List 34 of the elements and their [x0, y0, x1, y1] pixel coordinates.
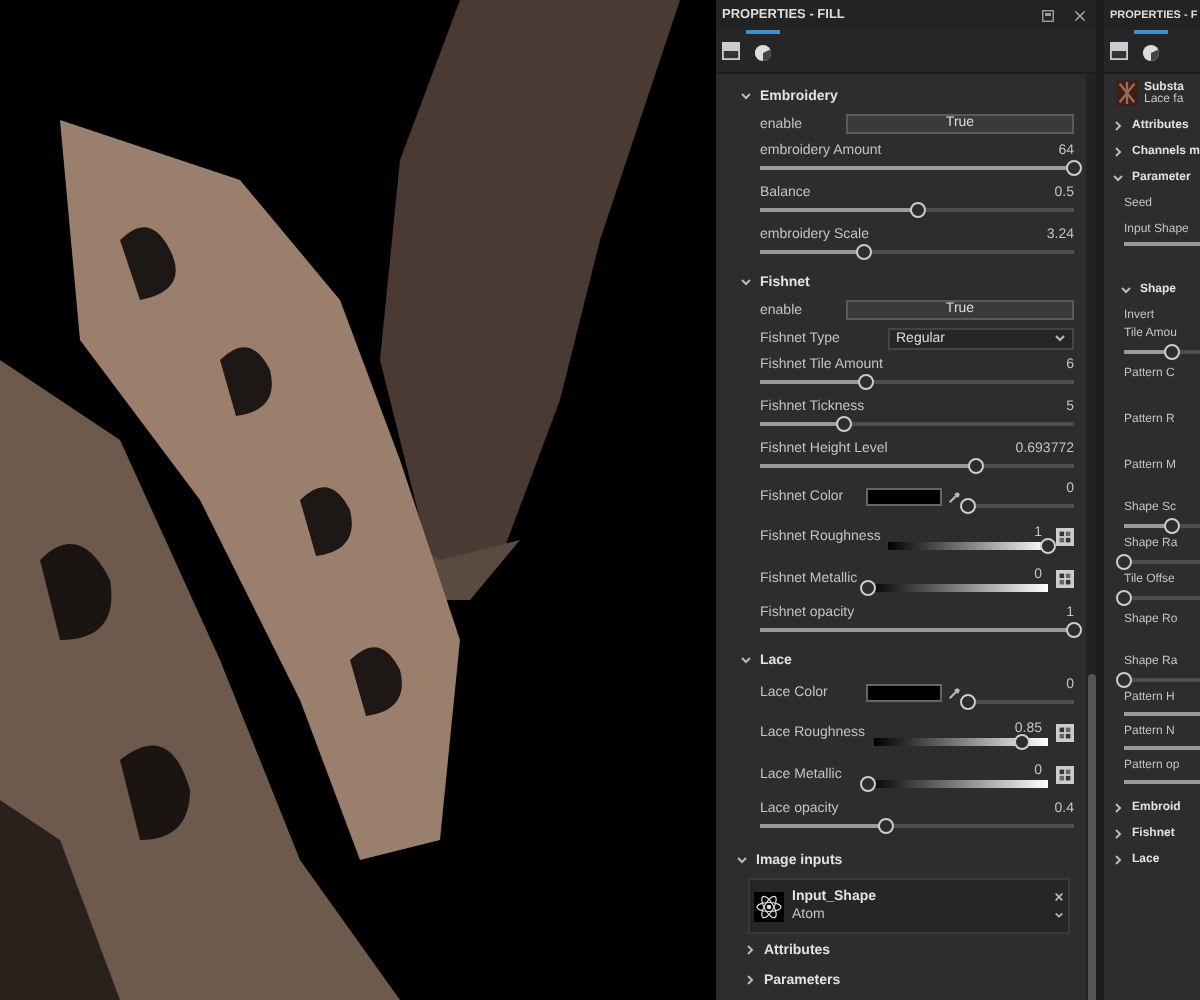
- layer-tab-icon[interactable]: [722, 42, 740, 60]
- texture-icon[interactable]: [1056, 724, 1074, 742]
- chevron-icon[interactable]: [740, 654, 752, 666]
- eyedropper-icon[interactable]: [948, 686, 962, 700]
- chevron-icon[interactable]: [1112, 171, 1124, 183]
- eyedropper-icon[interactable]: [948, 490, 962, 504]
- chevron-icon[interactable]: [1112, 801, 1124, 813]
- chevron-icon[interactable]: [1112, 827, 1124, 839]
- chevron-icon[interactable]: [1112, 145, 1124, 157]
- color-swatch[interactable]: [866, 684, 942, 702]
- texture-icon[interactable]: [1056, 766, 1074, 784]
- chevron-icon[interactable]: [1112, 853, 1124, 865]
- close-icon[interactable]: [1074, 9, 1086, 21]
- chevron-icon[interactable]: [736, 854, 748, 866]
- color-swatch[interactable]: [866, 488, 942, 506]
- gradient-slider[interactable]: [873, 737, 1048, 745]
- lace-thumbnail-icon: [1116, 80, 1138, 106]
- close-icon[interactable]: [1054, 892, 1064, 902]
- material-tab-icon[interactable]: [754, 44, 772, 62]
- scrollbar-thumb[interactable]: [1087, 674, 1095, 1000]
- chevron-icon[interactable]: [1120, 283, 1132, 295]
- chevron-icon[interactable]: [1054, 910, 1064, 920]
- layer-tab-icon[interactable]: [1110, 42, 1128, 60]
- chevron-icon[interactable]: [740, 276, 752, 288]
- chevron-icon[interactable]: [744, 944, 756, 956]
- chevron-icon[interactable]: [1112, 119, 1124, 131]
- float-icon[interactable]: [1042, 9, 1054, 21]
- texture-icon[interactable]: [1056, 570, 1074, 588]
- chevron-icon[interactable]: [744, 974, 756, 986]
- material-tab-icon[interactable]: [1142, 44, 1160, 62]
- chevron-icon[interactable]: [1054, 332, 1066, 344]
- texture-icon[interactable]: [1056, 528, 1074, 546]
- chevron-icon[interactable]: [740, 90, 752, 102]
- atom-icon: [754, 891, 784, 921]
